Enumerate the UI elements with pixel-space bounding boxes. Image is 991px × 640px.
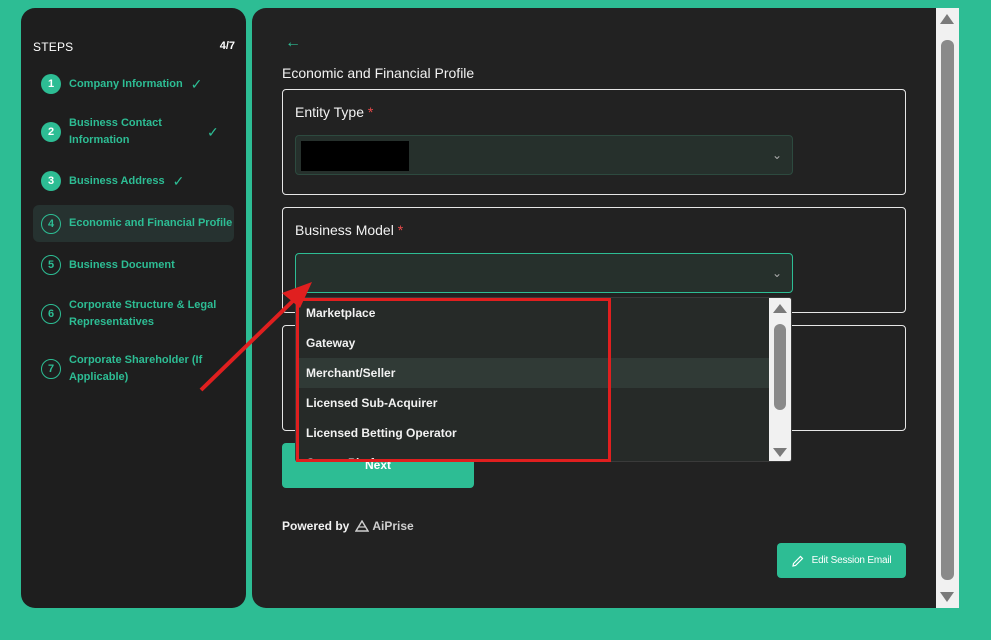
annotation-arrow	[199, 282, 312, 392]
